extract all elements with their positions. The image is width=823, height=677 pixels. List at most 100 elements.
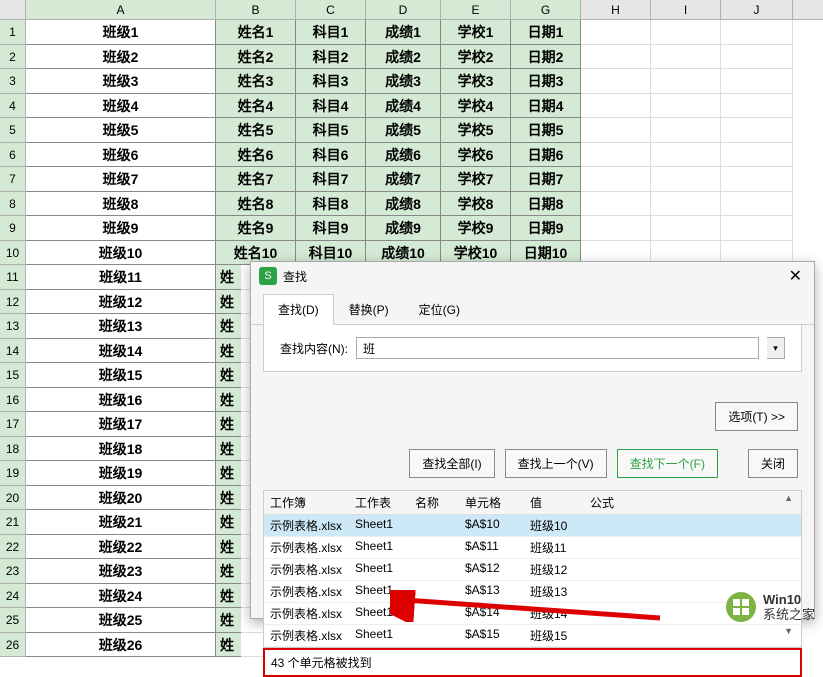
cell[interactable] bbox=[651, 45, 721, 70]
row-header[interactable]: 22 bbox=[0, 535, 26, 560]
cell[interactable]: 班级24 bbox=[26, 584, 216, 609]
cell[interactable] bbox=[721, 167, 793, 192]
cell[interactable]: 班级20 bbox=[26, 486, 216, 511]
cell[interactable]: 日期3 bbox=[511, 69, 581, 94]
cell[interactable] bbox=[721, 143, 793, 168]
close-icon[interactable]: ✕ bbox=[785, 266, 806, 286]
cell[interactable]: 班级22 bbox=[26, 535, 216, 560]
col-formula[interactable]: 公式 bbox=[584, 491, 644, 514]
cell[interactable]: 科目9 bbox=[296, 216, 366, 241]
col-name[interactable]: 名称 bbox=[409, 491, 459, 514]
cell[interactable]: 成绩8 bbox=[366, 192, 441, 217]
options-button[interactable]: 选项(T) >> bbox=[715, 402, 798, 431]
row-header[interactable]: 16 bbox=[0, 388, 26, 413]
col-header-J[interactable]: J bbox=[721, 0, 793, 19]
cell[interactable]: 姓名6 bbox=[216, 143, 296, 168]
cell[interactable] bbox=[581, 45, 651, 70]
row-header[interactable]: 4 bbox=[0, 94, 26, 119]
cell[interactable]: 姓 bbox=[216, 412, 241, 437]
cell[interactable]: 班级2 bbox=[26, 45, 216, 70]
search-input[interactable] bbox=[356, 337, 759, 359]
cell[interactable] bbox=[651, 192, 721, 217]
cell[interactable]: 日期2 bbox=[511, 45, 581, 70]
find-prev-button[interactable]: 查找上一个(V) bbox=[505, 449, 607, 478]
cell[interactable] bbox=[721, 118, 793, 143]
cell[interactable]: 科目7 bbox=[296, 167, 366, 192]
cell[interactable]: 班级12 bbox=[26, 290, 216, 315]
cell[interactable]: 班级3 bbox=[26, 69, 216, 94]
cell[interactable]: 班级23 bbox=[26, 559, 216, 584]
row-header[interactable]: 10 bbox=[0, 241, 26, 266]
results-row[interactable]: 示例表格.xlsxSheet1$A$12班级12 bbox=[264, 559, 801, 581]
col-header-E[interactable]: E bbox=[441, 0, 511, 19]
cell[interactable]: 成绩4 bbox=[366, 94, 441, 119]
cell[interactable]: 班级21 bbox=[26, 510, 216, 535]
close-button[interactable]: 关闭 bbox=[748, 449, 798, 478]
col-header-C[interactable]: C bbox=[296, 0, 366, 19]
cell[interactable]: 姓名8 bbox=[216, 192, 296, 217]
cell[interactable]: 姓 bbox=[216, 388, 241, 413]
cell[interactable]: 成绩7 bbox=[366, 167, 441, 192]
cell[interactable]: 学校6 bbox=[441, 143, 511, 168]
cell[interactable] bbox=[581, 216, 651, 241]
cell[interactable]: 姓 bbox=[216, 461, 241, 486]
cell[interactable]: 姓名1 bbox=[216, 20, 296, 45]
find-next-button[interactable]: 查找下一个(F) bbox=[617, 449, 718, 478]
cell[interactable] bbox=[721, 69, 793, 94]
cell[interactable] bbox=[721, 20, 793, 45]
col-header-A[interactable]: A bbox=[26, 0, 216, 19]
cell[interactable] bbox=[651, 143, 721, 168]
tab-find[interactable]: 查找(D) bbox=[263, 294, 334, 325]
find-all-button[interactable]: 查找全部(I) bbox=[409, 449, 494, 478]
select-all-corner[interactable] bbox=[0, 0, 26, 19]
cell[interactable] bbox=[651, 20, 721, 45]
cell[interactable]: 姓名3 bbox=[216, 69, 296, 94]
cell[interactable]: 姓名2 bbox=[216, 45, 296, 70]
cell[interactable]: 学校7 bbox=[441, 167, 511, 192]
cell[interactable]: 姓 bbox=[216, 633, 241, 658]
cell[interactable] bbox=[651, 118, 721, 143]
cell[interactable]: 科目1 bbox=[296, 20, 366, 45]
row-header[interactable]: 9 bbox=[0, 216, 26, 241]
cell[interactable]: 班级9 bbox=[26, 216, 216, 241]
cell[interactable]: 成绩6 bbox=[366, 143, 441, 168]
cell[interactable]: 班级26 bbox=[26, 633, 216, 658]
cell[interactable] bbox=[721, 45, 793, 70]
cell[interactable]: 班级11 bbox=[26, 265, 216, 290]
cell[interactable]: 日期7 bbox=[511, 167, 581, 192]
cell[interactable] bbox=[651, 94, 721, 119]
cell[interactable]: 成绩9 bbox=[366, 216, 441, 241]
cell[interactable]: 姓 bbox=[216, 437, 241, 462]
cell[interactable]: 姓名5 bbox=[216, 118, 296, 143]
cell[interactable] bbox=[651, 167, 721, 192]
row-header[interactable]: 19 bbox=[0, 461, 26, 486]
cell[interactable]: 姓名9 bbox=[216, 216, 296, 241]
cell[interactable]: 班级15 bbox=[26, 363, 216, 388]
row-header[interactable]: 23 bbox=[0, 559, 26, 584]
dialog-titlebar[interactable]: S 查找 ✕ bbox=[251, 262, 814, 290]
row-header[interactable]: 5 bbox=[0, 118, 26, 143]
results-row[interactable]: 示例表格.xlsxSheet1$A$11班级11 bbox=[264, 537, 801, 559]
cell[interactable]: 学校8 bbox=[441, 192, 511, 217]
cell[interactable]: 成绩1 bbox=[366, 20, 441, 45]
cell[interactable]: 科目3 bbox=[296, 69, 366, 94]
cell[interactable]: 科目5 bbox=[296, 118, 366, 143]
cell[interactable]: 科目2 bbox=[296, 45, 366, 70]
cell[interactable]: 姓 bbox=[216, 584, 241, 609]
cell[interactable]: 学校9 bbox=[441, 216, 511, 241]
col-header-D[interactable]: D bbox=[366, 0, 441, 19]
cell[interactable] bbox=[581, 143, 651, 168]
row-header[interactable]: 21 bbox=[0, 510, 26, 535]
scroll-down-icon[interactable]: ▼ bbox=[778, 625, 799, 638]
row-header[interactable]: 26 bbox=[0, 633, 26, 658]
cell[interactable] bbox=[721, 94, 793, 119]
cell[interactable]: 姓 bbox=[216, 608, 241, 633]
cell[interactable]: 科目8 bbox=[296, 192, 366, 217]
cell[interactable]: 姓 bbox=[216, 510, 241, 535]
cell[interactable]: 学校1 bbox=[441, 20, 511, 45]
cell[interactable] bbox=[651, 216, 721, 241]
cell[interactable]: 学校2 bbox=[441, 45, 511, 70]
tab-goto[interactable]: 定位(G) bbox=[404, 294, 475, 324]
cell[interactable]: 科目4 bbox=[296, 94, 366, 119]
cell[interactable]: 成绩2 bbox=[366, 45, 441, 70]
